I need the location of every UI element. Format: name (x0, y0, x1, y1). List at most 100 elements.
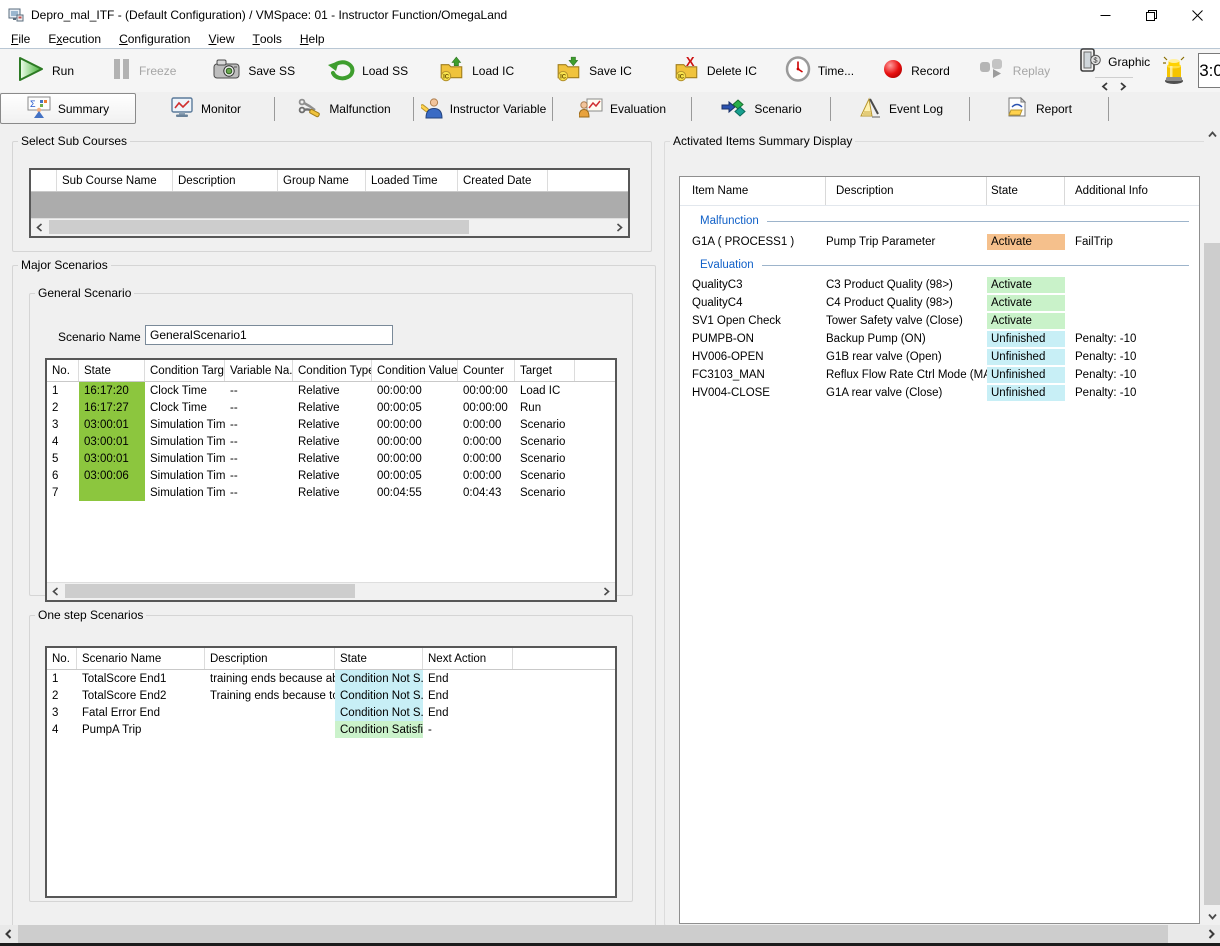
scrollbar-thumb[interactable] (65, 584, 355, 598)
run-button[interactable]: Run (8, 52, 83, 90)
one-step-row[interactable]: 3 Fatal Error End Condition Not S... End (47, 704, 615, 721)
time-button[interactable]: Time... (776, 52, 863, 90)
menu-view[interactable]: View (199, 30, 243, 48)
column-header-no[interactable]: No. (47, 648, 77, 669)
sub-courses-empty-body (31, 192, 628, 221)
column-header-created-date[interactable]: Created Date (458, 170, 548, 191)
column-header-state[interactable]: State (79, 360, 145, 381)
scrollbar-thumb[interactable] (1204, 243, 1220, 905)
alarm-beacon-icon (1160, 53, 1188, 88)
scenario-step-row[interactable]: 3 03:00:01 Simulation Time -- Relative 0… (47, 416, 615, 433)
tab-monitor[interactable]: Monitor (136, 92, 275, 126)
tab-event-log[interactable]: Event Log (831, 92, 970, 126)
scroll-left-icon[interactable] (47, 583, 64, 599)
column-header-description[interactable]: Description (826, 177, 987, 205)
tab-summary[interactable]: Σ Summary (0, 93, 136, 124)
one-step-row[interactable]: 1 TotalScore End1 training ends because … (47, 670, 615, 687)
save-ic-button[interactable]: IC Save IC (547, 52, 641, 90)
column-header[interactable] (31, 170, 57, 191)
scenario-step-row[interactable]: 2 16:17:27 Clock Time -- Relative 00:00:… (47, 399, 615, 416)
tab-instructor-variable[interactable]: Instructor Variable (414, 92, 553, 126)
one-step-row[interactable]: 4 PumpA Trip Condition Satisfi... - (47, 721, 615, 738)
general-scenario-title: General Scenario (35, 286, 134, 300)
activated-item-row[interactable]: QualityC3 C3 Product Quality (98>) Activ… (680, 276, 1199, 294)
scroll-left-icon[interactable] (0, 925, 17, 943)
column-header-scenario-name[interactable]: Scenario Name (77, 648, 205, 669)
graphic-button[interactable]: $ Graphic (1078, 47, 1150, 76)
menu-help[interactable]: Help (291, 30, 334, 48)
scroll-right-icon[interactable] (611, 219, 628, 235)
scroll-up-icon[interactable] (1204, 126, 1220, 143)
column-header-sub-course-name[interactable]: Sub Course Name (57, 170, 173, 191)
horizontal-scrollbar (0, 925, 1220, 943)
scrollbar-thumb[interactable] (18, 925, 1168, 943)
column-header-condition-value[interactable]: Condition Value (372, 360, 458, 381)
activated-item-row[interactable]: PUMPB-ON Backup Pump (ON) Unfinished Pen… (680, 330, 1199, 348)
activated-items-title: Activated Items Summary Display (670, 134, 855, 148)
scenario-step-row[interactable]: 5 03:00:01 Simulation Time -- Relative 0… (47, 450, 615, 467)
menu-configuration[interactable]: Configuration (110, 30, 199, 48)
load-ss-button[interactable]: Load SS (318, 52, 417, 90)
column-header-variable-name[interactable]: Variable Na... (225, 360, 293, 381)
scenario-name-input[interactable] (145, 325, 393, 345)
app-window: Depro_mal_ITF - (Default Configuration) … (0, 0, 1220, 946)
scroll-left-icon[interactable] (31, 219, 48, 235)
menu-file[interactable]: File (2, 30, 39, 48)
column-header-counter[interactable]: Counter (458, 360, 515, 381)
major-scenarios-title: Major Scenarios (18, 258, 111, 272)
svg-text:X: X (686, 56, 695, 69)
activated-item-row[interactable]: FC3103_MAN Reflux Flow Rate Ctrl Mode (M… (680, 366, 1199, 384)
activated-item-row[interactable]: QualityC4 C4 Product Quality (98>) Activ… (680, 294, 1199, 312)
menu-execution[interactable]: Execution (39, 30, 110, 48)
column-header-loaded-time[interactable]: Loaded Time (366, 170, 458, 191)
restore-button[interactable] (1128, 0, 1174, 30)
scroll-right-icon[interactable] (1203, 925, 1220, 943)
activated-item-row[interactable]: HV006-OPEN G1B rear valve (Open) Unfinis… (680, 348, 1199, 366)
save-ss-button[interactable]: Save SS (204, 52, 304, 90)
freeze-button[interactable]: Freeze (103, 52, 185, 90)
menu-tools[interactable]: Tools (244, 30, 291, 48)
general-scenario-table: No. State Condition Target Variable Na..… (45, 358, 617, 602)
column-header-state[interactable]: State (335, 648, 423, 669)
scroll-right-icon[interactable] (598, 583, 615, 599)
column-header-description[interactable]: Description (173, 170, 278, 191)
close-button[interactable] (1174, 0, 1220, 30)
activated-item-row[interactable]: SV1 Open Check Tower Safety valve (Close… (680, 312, 1199, 330)
scenario-step-row[interactable]: 4 03:00:01 Simulation Time -- Relative 0… (47, 433, 615, 450)
evaluation-section-header: Evaluation (680, 256, 1199, 274)
tab-evaluation[interactable]: Evaluation (553, 92, 692, 126)
scenario-step-row[interactable]: 1 16:17:20 Clock Time -- Relative 00:00:… (47, 382, 615, 399)
event-log-tab-icon (858, 97, 882, 122)
activated-item-row[interactable]: G1A ( PROCESS1 ) Pump Trip Parameter Act… (680, 232, 1199, 252)
title-bar: Depro_mal_ITF - (Default Configuration) … (0, 0, 1220, 30)
record-button[interactable]: Record (873, 52, 959, 90)
column-header-target[interactable]: Target (515, 360, 575, 381)
column-header-item-name[interactable]: Item Name (680, 177, 826, 205)
column-header-description[interactable]: Description (205, 648, 335, 669)
run-icon (17, 56, 45, 85)
scrollbar-thumb[interactable] (49, 220, 469, 234)
column-header-no[interactable]: No. (47, 360, 79, 381)
replay-button[interactable]: Replay (969, 52, 1059, 90)
delete-ic-button[interactable]: ICX Delete IC (665, 52, 766, 90)
scroll-down-icon[interactable] (1204, 908, 1220, 925)
scenario-step-row[interactable]: 7 Simulation Time -- Relative 00:04:55 0… (47, 484, 615, 501)
column-header-group-name[interactable]: Group Name (278, 170, 366, 191)
scenario-tab-icon (721, 98, 747, 121)
one-step-row[interactable]: 2 TotalScore End2 Training ends because … (47, 687, 615, 704)
main-content: Select Sub Courses Sub Course Name Descr… (0, 126, 1204, 925)
major-scenarios-group: Major Scenarios General Scenario Scenari… (12, 258, 656, 930)
activated-item-row[interactable]: HV004-CLOSE G1A rear valve (Close) Unfin… (680, 384, 1199, 402)
tab-report[interactable]: Report (970, 92, 1109, 126)
minimize-button[interactable] (1082, 0, 1128, 30)
load-ic-button[interactable]: IC Load IC (430, 52, 523, 90)
column-header-next-action[interactable]: Next Action (423, 648, 513, 669)
column-header-additional-info[interactable]: Additional Info (1065, 177, 1199, 205)
tab-malfunction[interactable]: Malfunction (275, 92, 414, 126)
column-header-condition-target[interactable]: Condition Target (145, 360, 225, 381)
general-scenario-group: General Scenario Scenario Name No. State… (29, 286, 633, 596)
scenario-step-row[interactable]: 6 03:00:06 Simulation Time -- Relative 0… (47, 467, 615, 484)
column-header-state[interactable]: State (987, 177, 1065, 205)
tab-scenario[interactable]: Scenario (692, 92, 831, 126)
column-header-condition-type[interactable]: Condition Type (293, 360, 372, 381)
